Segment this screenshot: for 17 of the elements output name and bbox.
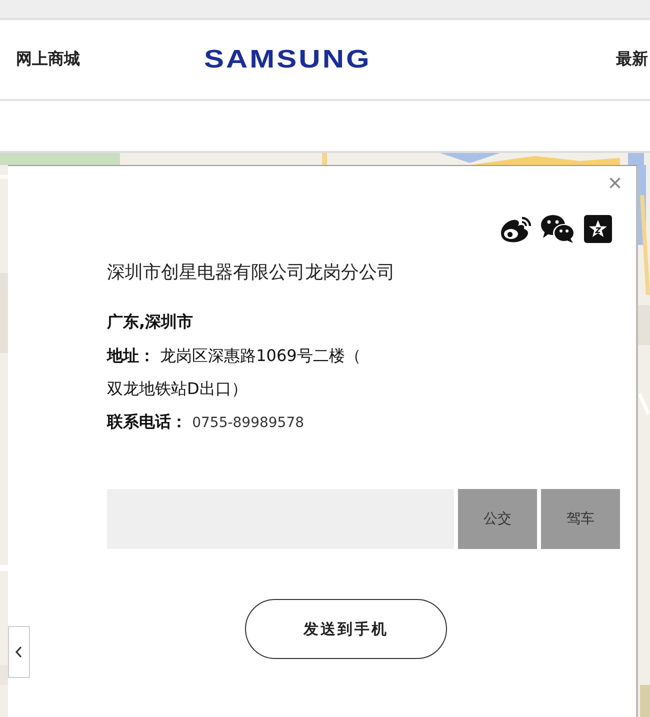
address-text: 双龙地铁站D出口） bbox=[107, 379, 248, 398]
phone-label: 联系电话： bbox=[107, 412, 187, 432]
phone-number: 0755-89989578 bbox=[192, 415, 304, 432]
chat-bubbles-icon[interactable] bbox=[540, 214, 576, 244]
address-text: 龙岗区深惠路1069号二楼（ bbox=[160, 346, 361, 366]
brand-logo[interactable]: SAMSUNG bbox=[204, 45, 372, 74]
close-button[interactable]: × bbox=[608, 172, 622, 196]
store-name: 深圳市创星电器有限公司龙岗分公司 bbox=[107, 261, 396, 284]
address-label: 地址： bbox=[107, 346, 155, 366]
route-button[interactable]: 公交 bbox=[458, 489, 538, 550]
weibo-icon[interactable] bbox=[498, 215, 532, 244]
region-text: 广东,深圳市 bbox=[107, 312, 194, 334]
route-button[interactable]: 驾车 bbox=[541, 489, 620, 550]
nav-link[interactable]: 最新 bbox=[616, 49, 648, 70]
chevron-left-icon bbox=[15, 646, 23, 658]
nav-link[interactable]: 网上商城 bbox=[16, 49, 80, 70]
send-to-phone-button[interactable]: 发送到手机 bbox=[245, 599, 447, 660]
